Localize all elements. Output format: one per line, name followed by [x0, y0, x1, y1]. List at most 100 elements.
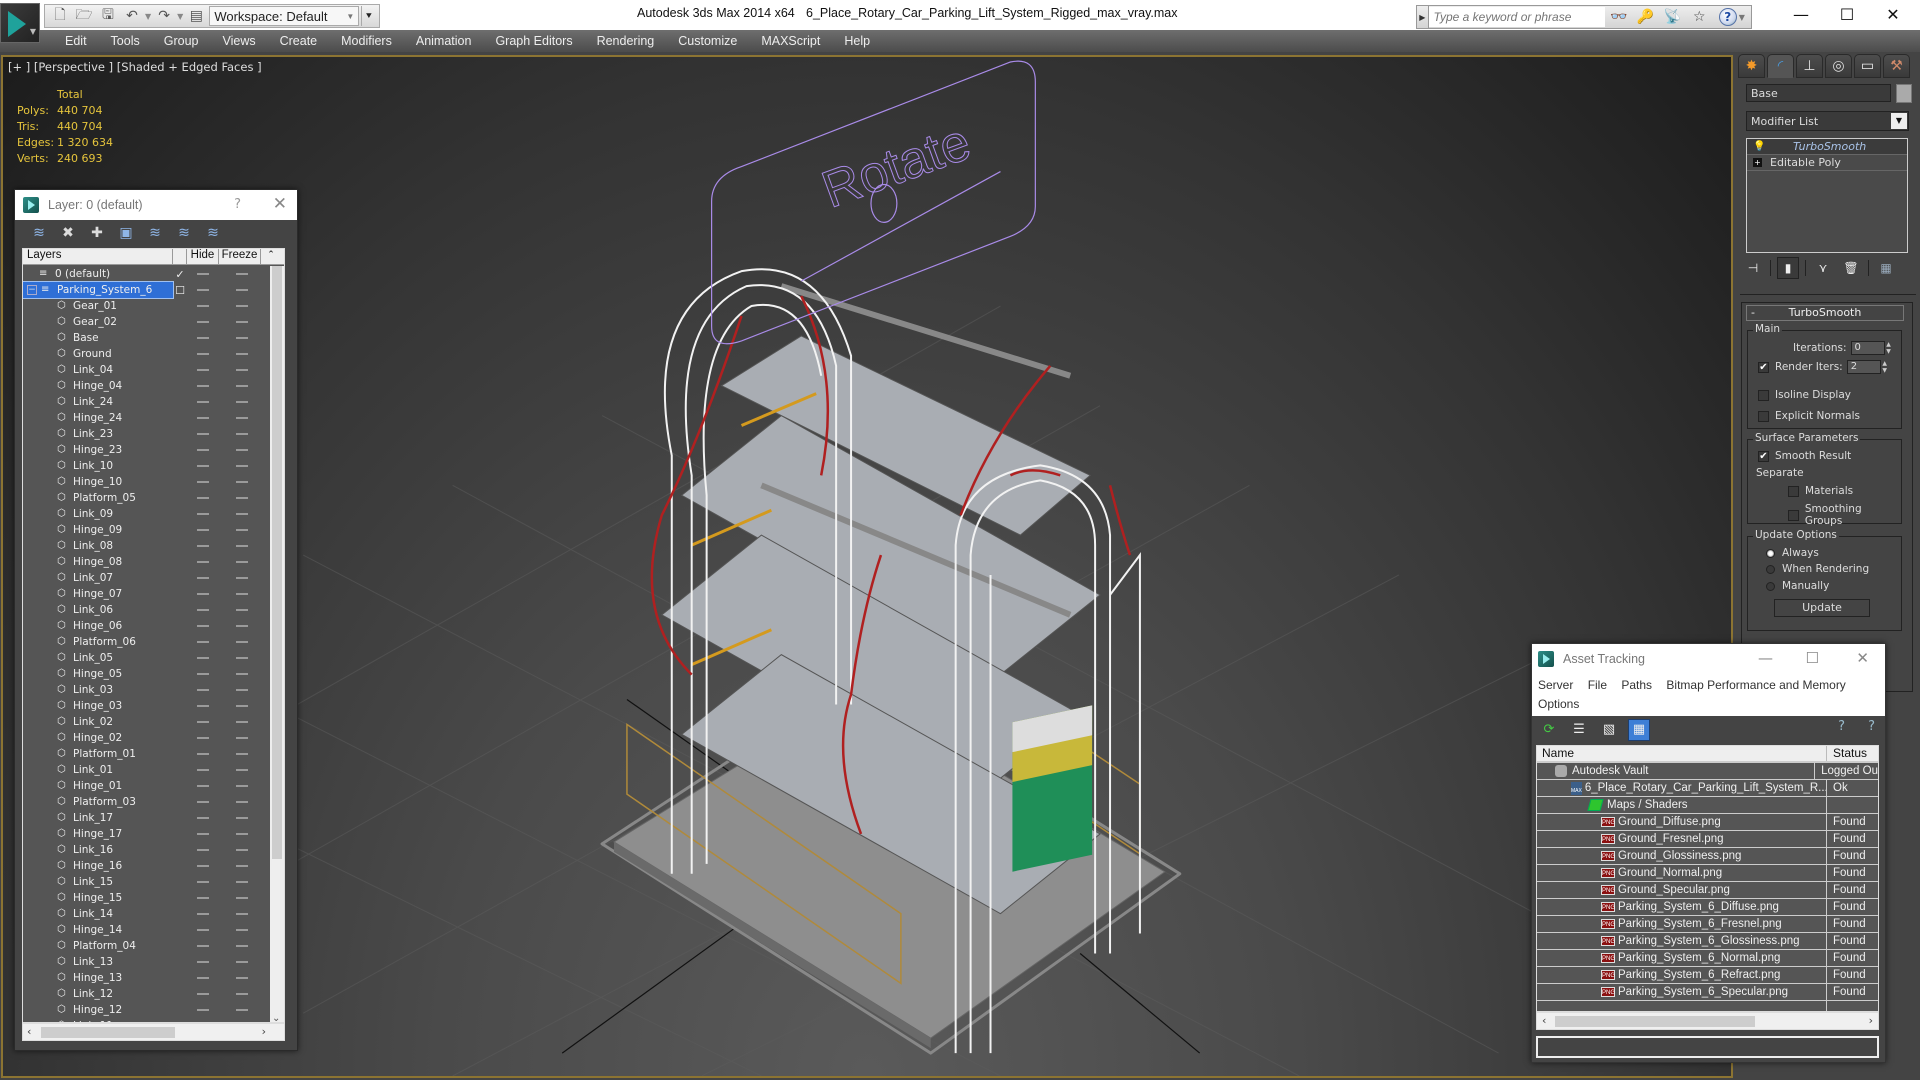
hide-toggle[interactable] — [197, 577, 209, 579]
rollout-header[interactable]: - TurboSmooth — [1746, 305, 1904, 321]
freeze-toggle[interactable] — [236, 577, 248, 579]
asset-path-field[interactable] — [1536, 1036, 1879, 1058]
current-layer-check-icon[interactable]: ✓ — [173, 268, 187, 281]
asset-row[interactable]: Autodesk Vault Logged Ou — [1537, 762, 1878, 780]
hide-toggle[interactable] — [197, 417, 209, 419]
scrollbar-thumb[interactable] — [272, 266, 282, 859]
layer-object-row[interactable]: ⬡ Base — [23, 330, 270, 346]
hide-toggle[interactable] — [197, 385, 209, 387]
freeze-toggle[interactable] — [236, 641, 248, 643]
new-file-button[interactable]: 🗋 — [49, 6, 71, 26]
layer-object-row[interactable]: ⬡ Link_10 — [23, 458, 270, 474]
favorites-button[interactable]: ☆ — [1686, 6, 1713, 28]
menu-edit[interactable]: Edit — [53, 34, 99, 48]
hide-toggle[interactable] — [197, 657, 209, 659]
workspace-dropdown[interactable]: Workspace: Default ▼ — [209, 6, 360, 26]
delete-layer-button[interactable]: ✖ — [58, 223, 78, 243]
layer-object-row[interactable]: ⬡ Link_13 — [23, 954, 270, 970]
hide-toggle[interactable] — [197, 753, 209, 755]
remove-modifier-button[interactable]: 🗑 — [1840, 257, 1862, 279]
select-objects-button[interactable]: ▣ — [116, 223, 136, 243]
hide-toggle[interactable] — [197, 625, 209, 627]
freeze-toggle[interactable] — [236, 993, 248, 995]
asset-row[interactable]: PNG Parking_System_6_Normal.png Found — [1537, 949, 1878, 967]
table-view-button[interactable]: ▦ — [1628, 718, 1650, 741]
layer-object-row[interactable]: ⬡ Hinge_02 — [23, 730, 270, 746]
render-iters-spinner[interactable]: 2 — [1846, 360, 1881, 374]
layer-object-row[interactable]: ⬡ Link_07 — [23, 570, 270, 586]
tab-modify[interactable]: ◜ — [1767, 54, 1794, 78]
create-new-layer-button[interactable]: ≋ — [29, 223, 49, 243]
add-to-layer-button[interactable]: ✚ — [87, 223, 107, 243]
menu-bitmap-performance[interactable]: Bitmap Performance and Memory — [1666, 678, 1845, 692]
layer-object-row[interactable]: ⬡ Link_08 — [23, 538, 270, 554]
freeze-layer-button[interactable]: ≋ — [203, 223, 223, 243]
layer-object-row[interactable]: ⬡ Hinge_13 — [23, 970, 270, 986]
tab-display[interactable]: ▭ — [1854, 54, 1881, 78]
smoothing-groups-checkbox[interactable] — [1788, 509, 1799, 521]
save-file-button[interactable]: 🖫 — [97, 6, 119, 26]
help-web-button[interactable]: ? — [1838, 719, 1845, 734]
freeze-toggle[interactable] — [236, 817, 248, 819]
project-folder-button[interactable]: ▤ — [185, 6, 207, 26]
lightbulb-icon[interactable]: 💡 — [1753, 141, 1765, 152]
hide-toggle[interactable] — [197, 481, 209, 483]
hide-toggle[interactable] — [197, 769, 209, 771]
freeze-toggle[interactable] — [236, 289, 248, 291]
materials-checkbox[interactable] — [1788, 485, 1799, 497]
menu-maxscript[interactable]: MAXScript — [749, 34, 832, 48]
layer-object-row[interactable]: ⬡ Link_01 — [23, 762, 270, 778]
layer-object-row[interactable]: ⬡ Link_06 — [23, 602, 270, 618]
freeze-toggle[interactable] — [236, 753, 248, 755]
update-button[interactable]: Update — [1774, 599, 1870, 617]
freeze-toggle[interactable] — [236, 801, 248, 803]
freeze-toggle[interactable] — [236, 945, 248, 947]
search-input[interactable] — [1428, 7, 1606, 27]
hide-toggle[interactable] — [197, 897, 209, 899]
freeze-toggle[interactable] — [236, 417, 248, 419]
layer-object-row[interactable]: ⬡ Platform_06 — [23, 634, 270, 650]
scroll-up-button[interactable]: ⌃ — [261, 249, 281, 264]
menu-customize[interactable]: Customize — [666, 34, 749, 48]
tree-view-button[interactable]: ▧ — [1598, 719, 1620, 741]
asset-row[interactable]: PNG Ground_Normal.png Found — [1537, 864, 1878, 882]
horizontal-scrollbar[interactable]: ‹ › — [22, 1023, 285, 1041]
tab-utilities[interactable]: ⚒ — [1883, 54, 1910, 78]
hide-toggle[interactable] — [197, 337, 209, 339]
expand-icon[interactable]: + — [1753, 158, 1762, 167]
freeze-toggle[interactable] — [236, 369, 248, 371]
layer-object-row[interactable]: ⬡ Hinge_12 — [23, 1002, 270, 1018]
always-radio[interactable] — [1766, 548, 1775, 558]
layer-object-row[interactable]: ⬡ Hinge_04 — [23, 378, 270, 394]
menu-file[interactable]: File — [1588, 678, 1607, 692]
explicit-normals-checkbox[interactable] — [1758, 410, 1769, 422]
freeze-toggle[interactable] — [236, 657, 248, 659]
layer-object-row[interactable]: ⬡ Hinge_23 — [23, 442, 270, 458]
hide-toggle[interactable] — [197, 913, 209, 915]
hide-toggle[interactable] — [197, 273, 209, 275]
column-header-freeze[interactable]: Freeze — [219, 249, 261, 264]
list-view-button[interactable]: ☰ — [1568, 719, 1590, 741]
hide-toggle[interactable] — [197, 721, 209, 723]
layer-object-row[interactable]: ⬡ Hinge_15 — [23, 890, 270, 906]
column-header-layers[interactable]: Layers — [23, 249, 173, 264]
hide-toggle[interactable] — [197, 881, 209, 883]
freeze-toggle[interactable] — [236, 865, 248, 867]
asset-row[interactable]: PNG Parking_System_6_Refract.png Found — [1537, 966, 1878, 984]
hide-toggle[interactable] — [197, 561, 209, 563]
scroll-right-button[interactable]: › — [1869, 1014, 1873, 1027]
column-header-name[interactable]: Name — [1537, 746, 1827, 761]
make-unique-button[interactable]: ⋎ — [1812, 257, 1834, 279]
freeze-toggle[interactable] — [236, 497, 248, 499]
layer-object-row[interactable]: ⬡ Link_09 — [23, 506, 270, 522]
hide-toggle[interactable] — [197, 993, 209, 995]
redo-dropdown[interactable]: ▼ — [177, 12, 183, 21]
scroll-left-button[interactable]: ‹ — [27, 1025, 31, 1038]
layer-object-row[interactable]: ⬡ Link_15 — [23, 874, 270, 890]
configure-modifier-sets-button[interactable]: ▦ — [1875, 257, 1897, 279]
hide-toggle[interactable] — [197, 929, 209, 931]
freeze-toggle[interactable] — [236, 337, 248, 339]
freeze-toggle[interactable] — [236, 785, 248, 787]
layer-object-row[interactable]: ⬡ Platform_05 — [23, 490, 270, 506]
menu-rendering[interactable]: Rendering — [585, 34, 667, 48]
